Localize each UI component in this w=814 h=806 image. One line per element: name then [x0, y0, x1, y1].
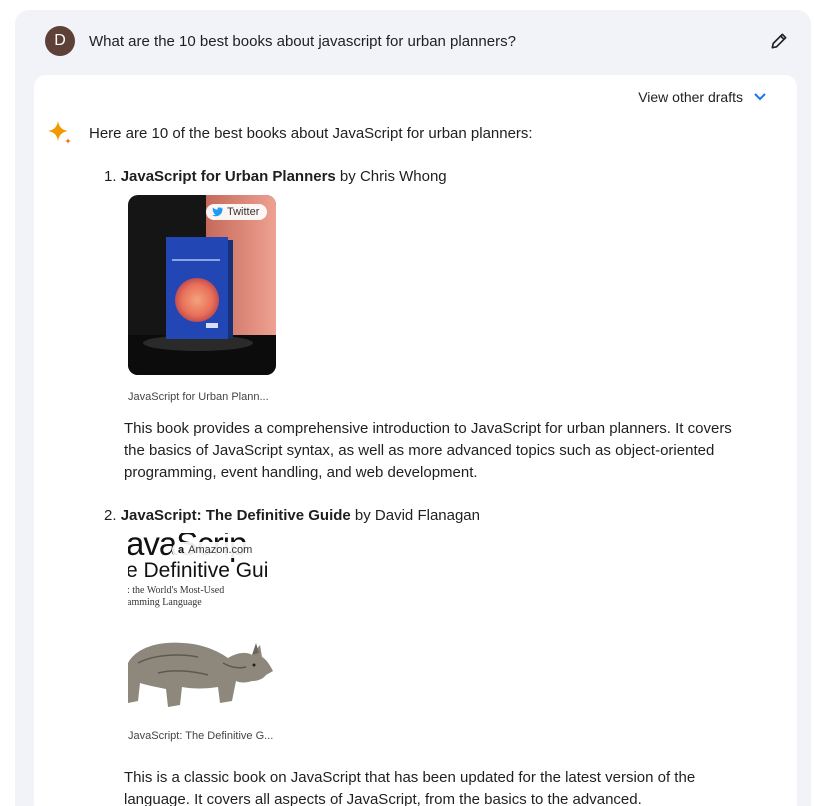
cover-tagline: : the World's Most-Used amming Language	[128, 585, 224, 609]
cover-subtitle-text: e Definitive Gui	[128, 559, 269, 582]
image-caption-1: JavaScript for Urban Plann...	[128, 391, 269, 403]
view-other-drafts-button[interactable]: View other drafts	[638, 89, 767, 105]
book-cover-image-2[interactable]: avaScrip e Definitive Gui : the World's …	[128, 533, 276, 713]
book-name-2[interactable]: JavaScript: The Definitive Guide	[121, 507, 351, 524]
source-badge-label-1: Twitter	[227, 206, 260, 218]
book-title-2: 2. JavaScript: The Definitive Guide by D…	[104, 507, 480, 524]
amazon-icon: a	[178, 544, 185, 556]
book-author-1: by Chris Whong	[335, 168, 447, 185]
book-cover-illustration-1	[128, 195, 276, 375]
prompt-text: What are the 10 best books about javascr…	[89, 32, 516, 50]
book-number-2: 2.	[104, 507, 117, 524]
book-description-1: This book provides a comprehensive intro…	[124, 420, 732, 481]
avatar: D	[45, 26, 75, 56]
book-cover-image-1[interactable]: Twitter	[128, 195, 276, 375]
response-intro: Here are 10 of the best books about Java…	[89, 125, 533, 142]
sparkle-icon	[48, 121, 71, 144]
source-badge-label-2: Amazon.com	[188, 544, 253, 556]
twitter-icon	[212, 207, 223, 217]
user-prompt: D What are the 10 best books about javas…	[45, 26, 791, 56]
cover-tagline-line-1: : the World's Most-Used	[128, 585, 225, 596]
pencil-icon	[771, 33, 787, 49]
chat-container: D What are the 10 best books about javas…	[15, 10, 811, 806]
source-badge-2[interactable]: a Amazon.com	[172, 542, 261, 558]
book-description-2: This is a classic book on JavaScript tha…	[124, 769, 696, 806]
book-number-1: 1.	[104, 168, 117, 185]
chevron-down-icon	[754, 93, 766, 101]
book-name-1[interactable]: JavaScript for Urban Planners	[121, 168, 336, 185]
rhino-illustration	[128, 642, 273, 707]
book-title-1: 1. JavaScript for Urban Planners by Chri…	[104, 168, 447, 185]
response-card: View other drafts Here are 10 of the bes…	[34, 75, 797, 806]
book-author-2: by David Flanagan	[350, 507, 480, 524]
image-caption-2: JavaScript: The Definitive G...	[128, 730, 274, 742]
edit-prompt-button[interactable]	[767, 29, 791, 53]
view-drafts-label: View other drafts	[638, 89, 743, 105]
source-badge-1[interactable]: Twitter	[206, 204, 268, 220]
cover-tagline-line-2: amming Language	[128, 597, 202, 608]
